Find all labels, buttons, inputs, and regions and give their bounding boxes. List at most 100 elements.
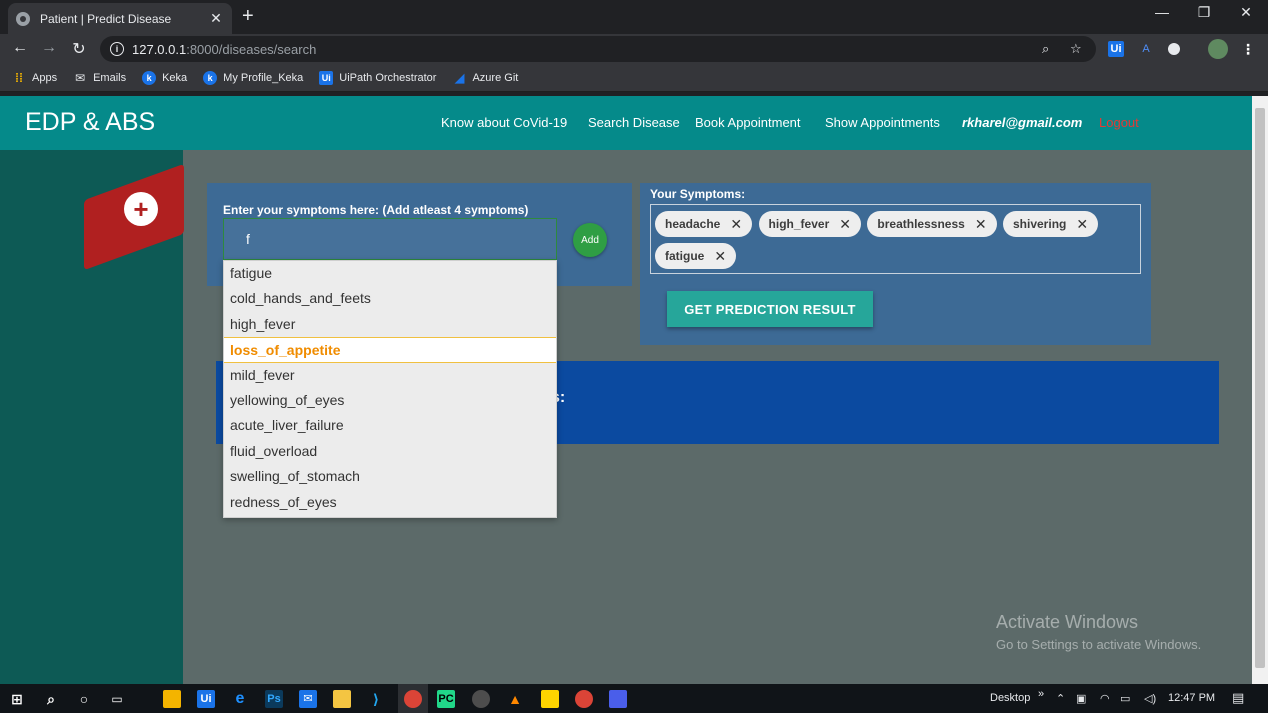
chrome-icon[interactable] [404,690,422,708]
nav-link-search-disease[interactable]: Search Disease [588,115,680,130]
tab-close-icon[interactable]: ✕ [208,10,224,27]
search-icon[interactable]: ⌕ [42,690,60,708]
cortana-icon[interactable]: ○ [75,690,93,708]
chip-label: breathlessness [877,217,965,231]
autocomplete-option[interactable]: high_fever [224,312,556,337]
keka-icon: k [142,70,157,85]
bookmark-azure-git[interactable]: ◢ Azure Git [452,69,518,85]
symptom-chip: breathlessness ✕ [867,211,997,237]
minimize-button[interactable]: — [1142,4,1182,20]
photoshop-icon[interactable]: Ps [265,690,283,708]
menu-dots-icon[interactable]: ⋮ [1240,41,1256,57]
autocomplete-dropdown: fatigue cold_hands_and_feets high_fever … [223,260,557,518]
window-close-button[interactable]: ✕ [1226,4,1266,21]
tray-up-icon[interactable]: ⌃ [1056,692,1065,705]
star-icon[interactable]: ☆ [1070,41,1082,57]
battery-icon[interactable]: ▭ [1120,692,1130,705]
autocomplete-option[interactable]: mild_fever [224,363,556,388]
zoom-icon[interactable]: ⌕ [1042,41,1049,57]
autocomplete-option[interactable]: acute_liver_failure [224,413,556,438]
bookmark-emails[interactable]: ✉ Emails [73,71,126,85]
scrollbar-thumb[interactable] [1255,108,1265,668]
autocomplete-option[interactable]: fatigue [224,261,556,286]
back-icon[interactable]: ← [9,39,31,57]
nav-link-show-appointments[interactable]: Show Appointments [825,115,940,130]
autocomplete-option[interactable]: cold_hands_and_feets [224,286,556,311]
page-scrollbar[interactable] [1252,96,1268,684]
symptom-input-label: Enter your symptoms here: (Add atleast 4… [223,203,529,217]
nav-link-book-appointment[interactable]: Book Appointment [695,115,801,130]
vlc-icon[interactable]: ▲ [506,690,524,708]
chip-label: shivering [1013,217,1067,231]
remove-chip-icon[interactable]: ✕ [730,216,742,233]
uipath-taskbar-icon[interactable]: Ui [197,690,215,708]
remove-chip-icon[interactable]: ✕ [975,216,987,233]
your-symptoms-title: Your Symptoms: [650,187,746,201]
info-icon[interactable]: i [110,42,124,56]
bookmark-uipath-orchestrator[interactable]: Ui UiPath Orchestrator [319,70,437,85]
browser-toolbar: ← → ↻ i 127.0.0.1:8000/diseases/search ⌕… [0,34,1268,64]
remove-chip-icon[interactable]: ✕ [1076,216,1088,233]
bookmark-keka[interactable]: k Keka [142,70,188,85]
volume-icon[interactable]: ◁) [1144,692,1156,705]
app-icon[interactable] [472,690,490,708]
autocomplete-option[interactable]: yellowing_of_eyes [224,388,556,413]
autocomplete-option[interactable]: redness_of_eyes [224,490,556,515]
bookmark-label: Emails [93,71,127,84]
add-symptom-button[interactable]: Add [573,223,607,257]
notification-app-icon[interactable]: ▣ [1076,692,1086,705]
chip-label: fatigue [665,249,705,263]
your-symptoms-panel: Your Symptoms: headache ✕ high_fever ✕ bre… [640,183,1151,345]
watermark-line-2: Go to Settings to activate Windows. [996,637,1202,652]
forward-icon[interactable]: → [38,39,60,57]
remove-chip-icon[interactable]: ✕ [839,216,851,233]
nav-link-logout[interactable]: Logout [1099,115,1139,130]
autocomplete-option[interactable]: fluid_overload [224,439,556,464]
browser-tab[interactable]: Patient | Predict Disease ✕ [8,3,232,34]
reload-icon[interactable]: ↻ [68,39,90,59]
autocomplete-option[interactable]: swelling_of_stomach [224,464,556,489]
task-view-icon[interactable]: ▭ [108,690,126,708]
autocomplete-option-highlighted[interactable]: loss_of_appetite [224,337,556,363]
bookmark-apps[interactable]: ⁞⁞ Apps [12,71,57,85]
symptom-input[interactable] [223,218,557,260]
remove-chip-icon[interactable]: ✕ [714,248,726,265]
bookmark-label: Apps [32,71,58,84]
sticky-notes-icon[interactable] [541,690,559,708]
bookmark-my-profile-keka[interactable]: k My Profile_Keka [203,70,303,85]
edge-icon[interactable]: e [231,690,249,708]
mail-app-icon[interactable]: ✉ [299,690,317,708]
get-prediction-button[interactable]: GET PREDICTION RESULT [667,291,873,327]
app-icon[interactable] [609,690,627,708]
a-extension-icon[interactable]: A [1138,41,1154,57]
uipath-extension-icon[interactable]: Ui [1108,41,1124,57]
nav-link-covid[interactable]: Know about CoVid-19 [441,115,567,130]
nav-user-email[interactable]: rkharel@gmail.com [962,115,1082,130]
mail-icon: ✉ [75,70,86,85]
azure-icon: ◢ [454,69,465,85]
restore-button[interactable]: ❐ [1184,4,1224,21]
symptom-chip: headache ✕ [655,211,753,237]
symptom-chip: high_fever ✕ [758,211,861,237]
windows-start-icon[interactable]: ⊞ [8,690,26,708]
pycharm-icon[interactable]: PC [437,690,455,708]
record-extension-icon[interactable] [1168,43,1180,55]
wifi-icon[interactable]: ◠ [1100,692,1110,705]
clock[interactable]: 12:47 PM [1168,692,1215,704]
chevron-icon[interactable]: » [1038,688,1044,700]
file-explorer-icon[interactable] [333,690,351,708]
bookmark-label: Keka [162,71,188,84]
chrome-icon[interactable] [575,690,593,708]
apps-grid-icon: ⁞⁞ [15,70,23,85]
desktop-toolbar-label[interactable]: Desktop [990,692,1030,704]
vscode-icon[interactable]: ⟩ [367,690,385,708]
symptom-chip: shivering ✕ [1003,211,1099,237]
profile-avatar[interactable] [1208,39,1228,59]
bookmark-label: UiPath Orchestrator [339,71,437,84]
store-icon[interactable] [163,690,181,708]
action-center-icon[interactable]: ▤ [1232,690,1244,706]
site-brand[interactable]: EDP & ABS [25,108,155,137]
new-tab-button[interactable]: + [242,5,254,28]
page-favicon-icon [16,11,30,26]
address-bar[interactable]: i 127.0.0.1:8000/diseases/search ⌕ ☆ [100,36,1096,62]
